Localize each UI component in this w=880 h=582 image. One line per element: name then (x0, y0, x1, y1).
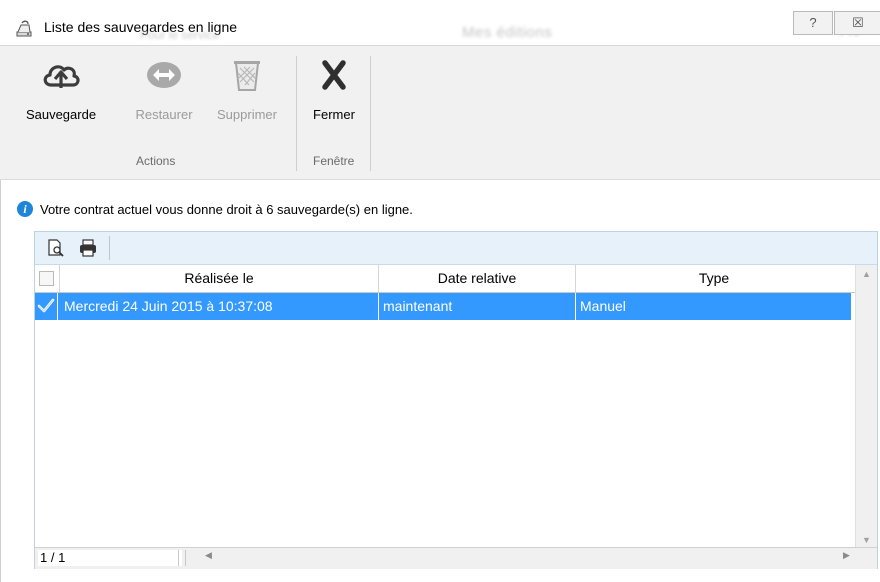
fermer-label: Fermer (313, 107, 355, 122)
row-type-cell: Manuel (580, 298, 626, 314)
restore-arrows-icon (147, 62, 181, 88)
row-checkbox[interactable] (35, 293, 58, 320)
column-header-date[interactable]: Réalisée le (60, 265, 379, 292)
select-all-column[interactable] (35, 265, 60, 292)
preview-icon[interactable] (47, 239, 65, 257)
scroll-left-icon[interactable]: ◀ (205, 550, 212, 561)
toolbar-separator (109, 236, 110, 260)
scroll-down-icon[interactable]: ▼ (862, 535, 871, 545)
info-icon: i (17, 201, 33, 217)
supprimer-label: Supprimer (217, 107, 277, 122)
grid-header: Réalisée le Date relative Type (35, 265, 855, 293)
checkmark-icon (37, 298, 55, 313)
restaurer-label: Restaurer (135, 107, 193, 122)
trash-icon (234, 61, 260, 91)
column-header-type[interactable]: Type (576, 265, 852, 292)
fermer-button[interactable]: Fermer (298, 46, 370, 144)
grid-toolbar (35, 232, 877, 265)
contract-info-text: Votre contrat actuel vous donne droit à … (40, 202, 413, 217)
close-x-icon (322, 60, 346, 90)
group-separator (370, 56, 371, 171)
restaurer-button[interactable]: Restaurer (124, 46, 204, 144)
scroll-up-icon[interactable]: ▲ (862, 269, 871, 279)
pager-display: 1 / 1 (38, 550, 182, 566)
print-icon[interactable] (79, 239, 97, 257)
group-separator (296, 56, 297, 171)
supprimer-button[interactable]: Supprimer (204, 46, 290, 144)
row-relative-cell: maintenant (379, 293, 576, 320)
sauvegarde-label: Sauvegarde (25, 107, 97, 122)
fenetre-group-label: Fenêtre (313, 154, 355, 168)
cloud-upload-icon (43, 65, 80, 88)
ribbon: Sauvegarde Restaurer Supprimer Fermer Ac… (0, 46, 880, 180)
row-date-cell: Mercredi 24 Juin 2015 à 10:37:08 (60, 293, 379, 320)
background-window-title: Mes éditions (462, 24, 553, 41)
select-all-checkbox[interactable] (39, 271, 54, 286)
help-icon: ? (809, 15, 817, 30)
backups-grid-panel: Réalisée le Date relative Type Mercredi … (34, 231, 878, 569)
grid-footer: 1 / 1 ◀ ▶ (35, 547, 877, 569)
background-window-text: Pour le service (140, 28, 220, 42)
scroll-right-icon[interactable]: ▶ (843, 550, 850, 561)
table-row[interactable]: Mercredi 24 Juin 2015 à 10:37:08 mainten… (35, 293, 851, 320)
splitter-grip[interactable] (178, 550, 186, 566)
window-close-button[interactable]: ☒ (834, 11, 880, 35)
backup-drive-icon (16, 20, 32, 37)
close-window-icon: ☒ (852, 15, 864, 30)
actions-group-label: Actions (136, 154, 176, 168)
title-bar: Liste des sauvegardes en ligne Pour le s… (0, 0, 880, 46)
help-button[interactable]: ? (793, 11, 833, 35)
sauvegarde-button[interactable]: Sauvegarde (0, 46, 122, 144)
vertical-scrollbar[interactable]: ▲ ▼ (855, 265, 877, 547)
column-header-relative-date[interactable]: Date relative (379, 265, 576, 292)
